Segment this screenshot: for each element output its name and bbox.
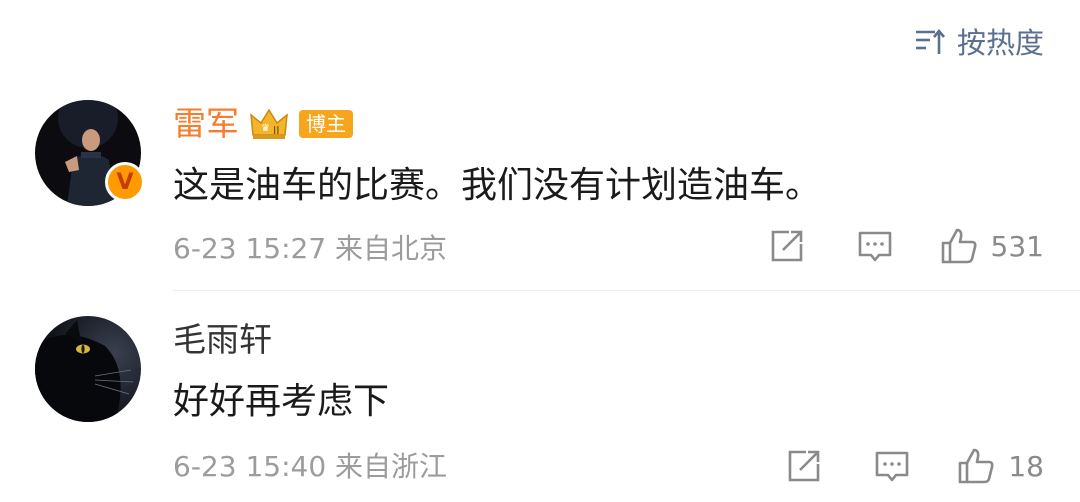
like-button[interactable]: 18 bbox=[956, 446, 1044, 486]
comment-icon bbox=[858, 231, 891, 262]
blogger-badge: 博主 bbox=[299, 110, 353, 138]
svg-text:II: II bbox=[273, 124, 280, 137]
avatar-image bbox=[35, 316, 141, 422]
comment-text: 这是油车的比赛。我们没有计划造油车。 bbox=[173, 165, 822, 206]
repost-icon bbox=[771, 230, 802, 262]
reply-button[interactable] bbox=[872, 446, 912, 486]
crown-icon: II ♛ bbox=[250, 108, 288, 139]
sort-icon bbox=[915, 28, 945, 54]
comment-divider bbox=[173, 290, 1080, 291]
comment-meta: 6-23 15:40 来自浙江 bbox=[173, 450, 448, 483]
like-count: 18 bbox=[1008, 449, 1044, 483]
commenter-name[interactable]: 毛雨轩 bbox=[173, 320, 272, 360]
thumbs-up-icon bbox=[941, 228, 977, 264]
like-button[interactable]: 531 bbox=[939, 226, 1044, 266]
comment-actions: 531 bbox=[767, 226, 1044, 266]
avatar[interactable] bbox=[35, 316, 141, 422]
sort-label: 按热度 bbox=[956, 26, 1044, 60]
avatar[interactable]: V bbox=[35, 100, 145, 206]
comment-actions: 18 bbox=[784, 446, 1044, 486]
thumbs-up-icon bbox=[959, 448, 994, 484]
repost-icon bbox=[789, 450, 820, 482]
comment-icon bbox=[876, 451, 909, 482]
svg-text:♛: ♛ bbox=[261, 123, 270, 134]
repost-button[interactable] bbox=[784, 446, 824, 486]
reply-button[interactable] bbox=[855, 226, 895, 266]
commenter-name[interactable]: 雷军 bbox=[173, 104, 239, 144]
comment-text: 好好再考虑下 bbox=[173, 381, 390, 422]
sort-by-hotness-button[interactable]: 按热度 bbox=[913, 20, 1044, 62]
comment-meta: 6-23 15:27 来自北京 bbox=[173, 232, 448, 265]
verified-icon: V bbox=[105, 162, 145, 202]
like-count: 531 bbox=[990, 229, 1044, 263]
repost-button[interactable] bbox=[767, 226, 807, 266]
